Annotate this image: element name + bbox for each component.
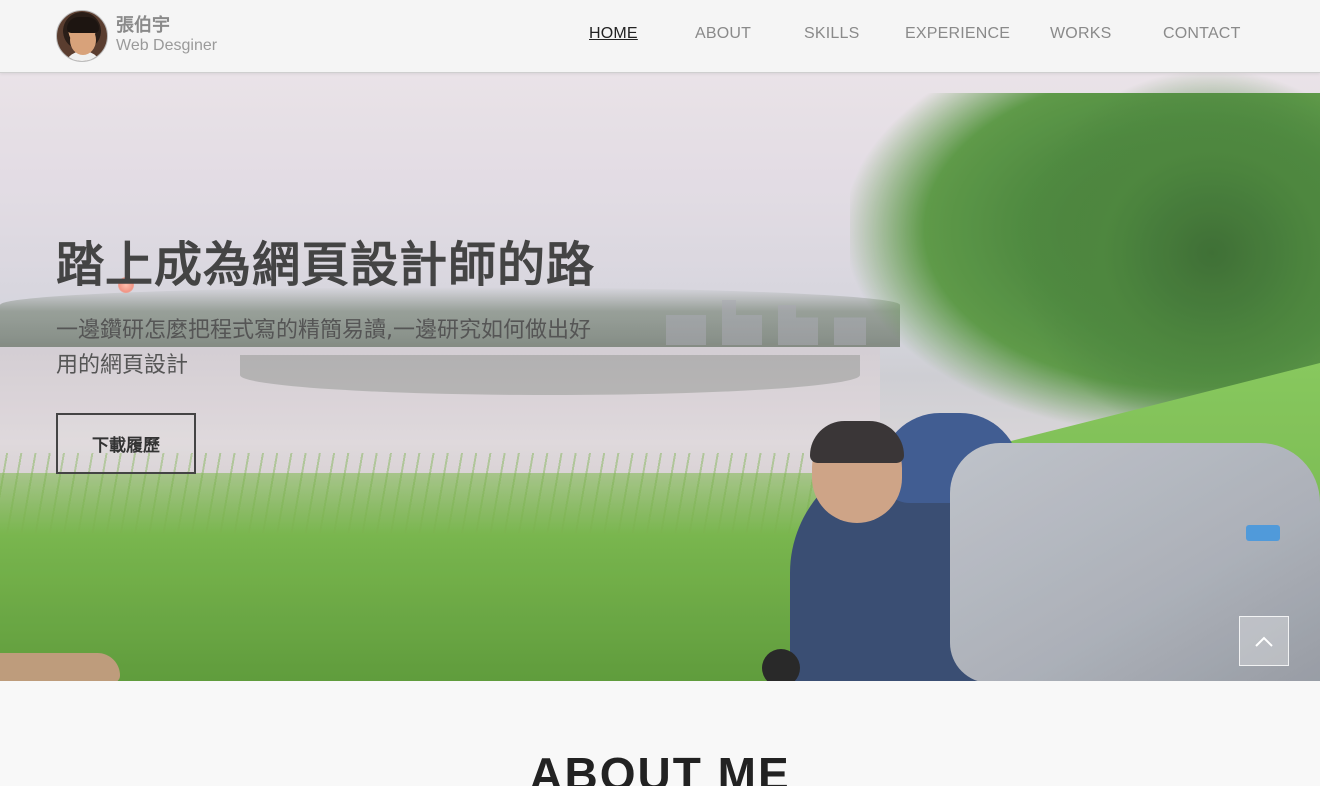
hero-subtitle-line-2: 用的網頁設計 <box>56 353 189 378</box>
nav-item-about[interactable]: ABOUT <box>695 25 751 43</box>
hero-subtitle: 一邊鑽研怎麼把程式寫的精簡易讀,一邊研究如何做出好 用的網頁設計 <box>56 313 676 383</box>
nav-item-experience[interactable]: EXPERIENCE <box>905 25 1010 43</box>
about-section: ABOUT ME <box>0 681 1320 786</box>
hero-section: 踏上成為網頁設計師的路 一邊鑽研怎麼把程式寫的精簡易讀,一邊研究如何做出好 用的… <box>0 73 1320 681</box>
about-title: ABOUT ME <box>529 748 791 786</box>
nav-item-home[interactable]: HOME <box>589 25 638 43</box>
main-nav: HOME ABOUT SKILLS EXPERIENCE WORKS CONTA… <box>0 25 1320 49</box>
hero-title: 踏上成為網頁設計師的路 <box>56 237 596 293</box>
site-header: 張伯宇 Web Desginer HOME ABOUT SKILLS EXPER… <box>0 0 1320 73</box>
back-to-top-button[interactable] <box>1239 616 1289 666</box>
nav-item-contact[interactable]: CONTACT <box>1163 25 1241 43</box>
hero-subtitle-line-1: 一邊鑽研怎麼把程式寫的精簡易讀,一邊研究如何做出好 <box>56 318 591 343</box>
download-resume-button[interactable]: 下載履歷 <box>56 413 196 474</box>
nav-item-works[interactable]: WORKS <box>1050 25 1111 43</box>
chevron-up-icon <box>1255 636 1273 647</box>
nav-item-skills[interactable]: SKILLS <box>804 25 859 43</box>
